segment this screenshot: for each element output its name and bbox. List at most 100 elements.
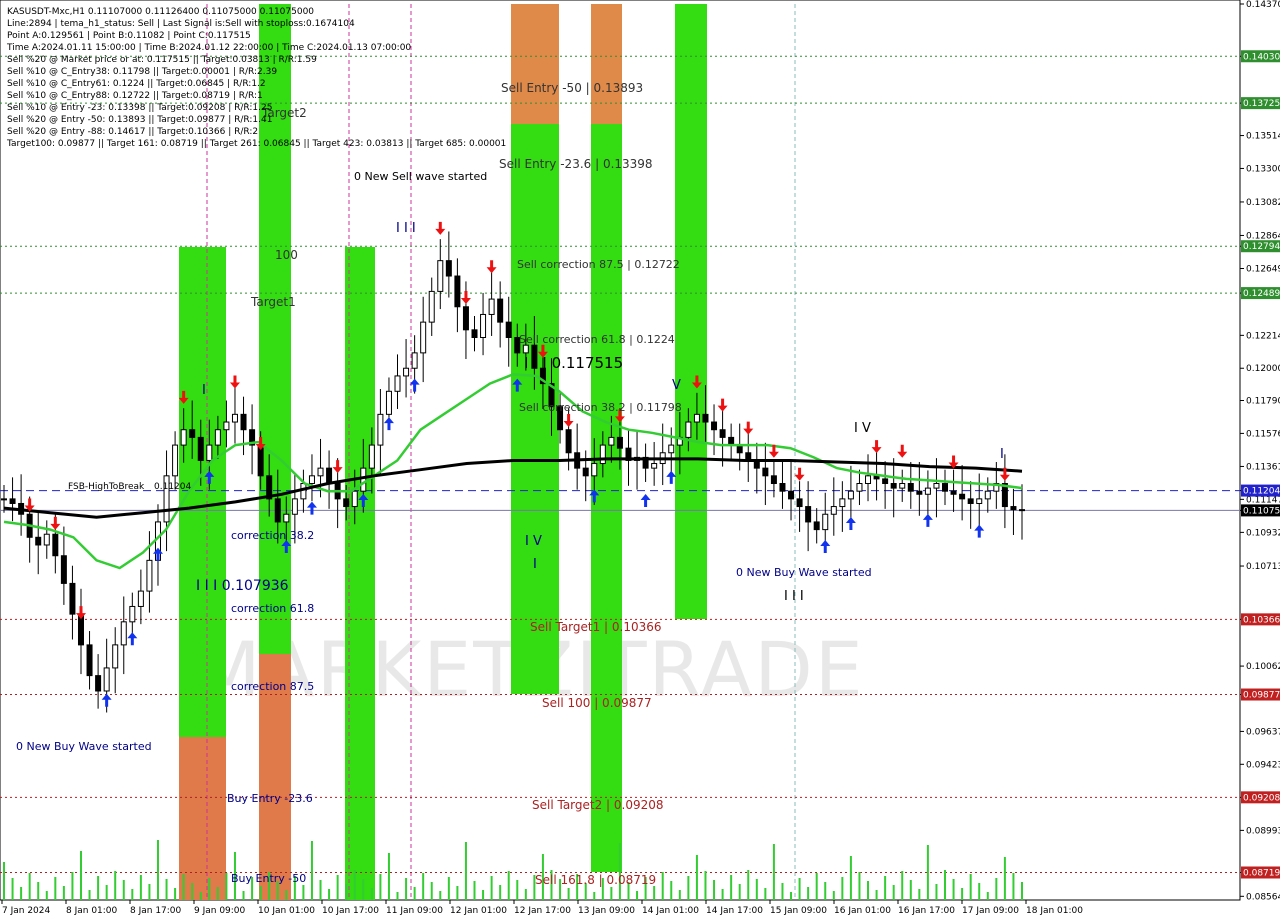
chart-annotation: I	[533, 557, 537, 572]
candle-body	[813, 521, 820, 531]
price-badge-label: 0.14030	[1243, 52, 1280, 62]
candle-body	[959, 493, 966, 500]
price-tick-label: 0.10062	[1246, 662, 1280, 672]
candle-body	[847, 490, 854, 500]
candle-body	[668, 444, 675, 454]
candle-body	[702, 413, 709, 423]
candle-body	[394, 375, 401, 392]
time-tick-label: 8 Jan 01:00	[66, 906, 118, 916]
candle-body	[35, 536, 42, 546]
time-axis[interactable]: 7 Jan 2024 8 Jan 01:00 8 Jan 17:00 9 Jan 09…	[1, 900, 1083, 916]
chart-annotation: Sell 161.8 | 0.08719	[535, 873, 656, 887]
candle-body	[385, 390, 392, 415]
last-price-badge-label: 0.11075	[1243, 506, 1280, 516]
price-tick-label: 0.12000	[1246, 364, 1280, 374]
price-tick-label: 0.12864	[1246, 231, 1280, 241]
chart-annotation: Sell correction 38.2 | 0.11798	[519, 401, 682, 414]
price-tick-label: 0.10932	[1246, 528, 1280, 538]
candle-body	[1010, 506, 1017, 511]
candle-body	[924, 487, 931, 495]
orange-zone	[591, 4, 622, 124]
orange-zone	[179, 737, 226, 900]
info-line: Sell %20 @ Entry -88: 0.14617 || Target:…	[7, 127, 258, 137]
chart-annotation: correction 38.2	[231, 529, 314, 542]
candle-body	[231, 413, 238, 423]
candle-body	[480, 313, 487, 339]
price-tick-label: 0.14370	[1246, 0, 1280, 10]
candle-body	[822, 513, 829, 531]
chart-annotation: Buy Entry -23.6	[227, 792, 313, 805]
candle-body	[830, 506, 837, 515]
price-tick-label: 0.11790	[1246, 397, 1280, 407]
candle-body	[907, 483, 914, 492]
candle-body	[685, 421, 692, 438]
candle-body	[343, 498, 350, 508]
info-line: Line:2894 | tema_h1_status: Sell | Last …	[7, 19, 355, 29]
time-tick-label: 18 Jan 01:00	[1026, 906, 1083, 916]
candle-body	[274, 498, 281, 523]
info-line: Time A:2024.01.11 15:00:00 | Time B:2024…	[6, 43, 411, 53]
price-badge-label: 0.12794	[1243, 242, 1280, 252]
candle-body	[882, 478, 889, 485]
candle-body	[505, 321, 512, 339]
price-badge-label: 0.13725	[1243, 99, 1280, 109]
candle-body	[368, 444, 375, 469]
candle-body	[180, 429, 187, 446]
candle-body	[411, 352, 418, 369]
time-tick-label: 10 Jan 17:00	[322, 906, 379, 916]
candle-body	[967, 498, 974, 504]
price-tick-label: 0.09423	[1246, 760, 1280, 770]
green-zone	[675, 4, 707, 619]
candle-body	[300, 483, 307, 500]
candle-body	[445, 260, 452, 277]
candle-body	[454, 275, 461, 308]
chart-annotation: Target1	[250, 295, 296, 309]
candle-body	[351, 490, 358, 508]
info-line: Point A:0.129561 | Point B:0.11082 | Poi…	[7, 31, 251, 41]
price-tick-label: 0.13514	[1246, 132, 1280, 142]
price-tick-label: 0.08564	[1246, 892, 1280, 902]
candle-body	[462, 306, 469, 331]
info-line: Sell %10 @ C_Entry61: 0.1224 || Target:0…	[7, 79, 266, 89]
price-tick-label: 0.09637	[1246, 727, 1280, 737]
candle-body	[1019, 509, 1025, 512]
info-line: Target100: 0.09877 || Target 161: 0.0871…	[6, 139, 506, 149]
price-badge-label: 0.09877	[1243, 691, 1280, 701]
candle-body	[283, 513, 290, 523]
time-tick-label: 15 Jan 09:00	[770, 906, 827, 916]
candle-body	[497, 298, 504, 323]
chart-annotation: I	[1000, 447, 1004, 462]
price-axis[interactable]: 0.14370 0.14030 0.13725 0.13514 0.13300 0.130…	[1240, 0, 1280, 902]
price-tick-label: 0.13082	[1246, 198, 1280, 208]
candle-body	[223, 421, 230, 431]
candle-body	[942, 483, 949, 492]
price-tick-label: 0.11361	[1246, 462, 1280, 472]
info-line: Sell %10 @ C_Entry88: 0.12722 || Target:…	[7, 91, 263, 101]
candle-body	[69, 582, 76, 615]
candle-body	[976, 498, 983, 504]
candle-body	[86, 644, 93, 677]
chart-annotation: Sell correction 61.8 | 0.1224	[519, 333, 675, 346]
chart-annotation: I I I 0.117515	[524, 354, 623, 372]
chart-annotation: I V	[525, 534, 542, 549]
candle-body	[129, 605, 136, 623]
candle-body	[565, 429, 572, 454]
candle-body	[522, 344, 529, 354]
chart-annotation: FSB-HighToBreak	[68, 482, 145, 492]
candle-body	[651, 463, 658, 469]
chart-root: MARKETZITRADE Sell Entry -50 | 0.13893 S…	[0, 0, 1280, 920]
candle-body	[1, 498, 7, 501]
time-tick-label: 9 Jan 09:00	[194, 906, 246, 916]
info-line: Sell %10 @ Entry -23: 0.13398 || Target:…	[7, 103, 272, 113]
candle-body	[488, 298, 495, 315]
chart-annotation: I	[202, 383, 206, 398]
candle-body	[172, 444, 179, 477]
chart-annotation: Sell Entry -23.6 | 0.13398	[499, 157, 653, 171]
chart-annotation: I I I	[396, 221, 416, 236]
orange-zone	[511, 4, 559, 124]
candle-body	[856, 483, 863, 492]
chart-annotation: 100	[275, 248, 298, 262]
chart-annotation: 0 New Sell wave started	[354, 170, 487, 183]
candle-body	[317, 467, 324, 477]
candle-body	[240, 413, 247, 431]
